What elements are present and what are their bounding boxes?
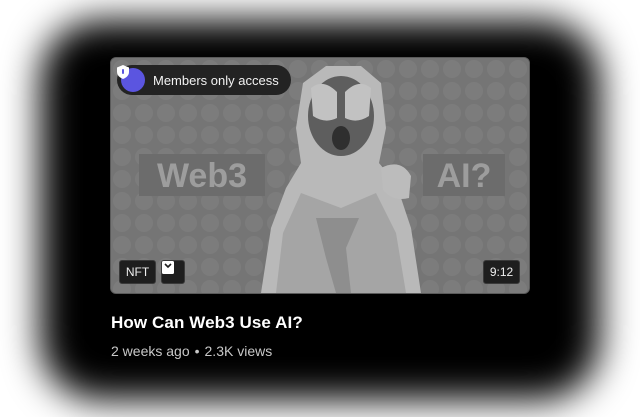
thumbnail-text-ai: AI? xyxy=(437,157,492,195)
video-card[interactable]: Web3 AI? Members only access NFT 9:12 Ho… xyxy=(60,36,580,386)
members-only-badge: Members only access xyxy=(117,65,291,95)
video-card-stage: Web3 AI? Members only access NFT 9:12 Ho… xyxy=(0,0,640,417)
bookmark-tag[interactable] xyxy=(161,260,185,284)
video-thumbnail[interactable]: Web3 AI? Members only access NFT 9:12 xyxy=(110,57,530,294)
meta-separator: • xyxy=(194,343,200,359)
shield-lock-icon xyxy=(117,65,145,92)
members-only-label: Members only access xyxy=(153,72,279,88)
video-meta: 2 weeks ago • 2.3K views xyxy=(111,343,272,359)
duration-badge: 9:12 xyxy=(483,260,520,284)
nft-tag[interactable]: NFT xyxy=(119,260,156,284)
thumbnail-text-web3: Web3 xyxy=(157,157,247,195)
video-age: 2 weeks ago xyxy=(111,343,190,359)
video-views: 2.3K views xyxy=(204,343,273,359)
video-title[interactable]: How Can Web3 Use AI? xyxy=(111,313,303,333)
